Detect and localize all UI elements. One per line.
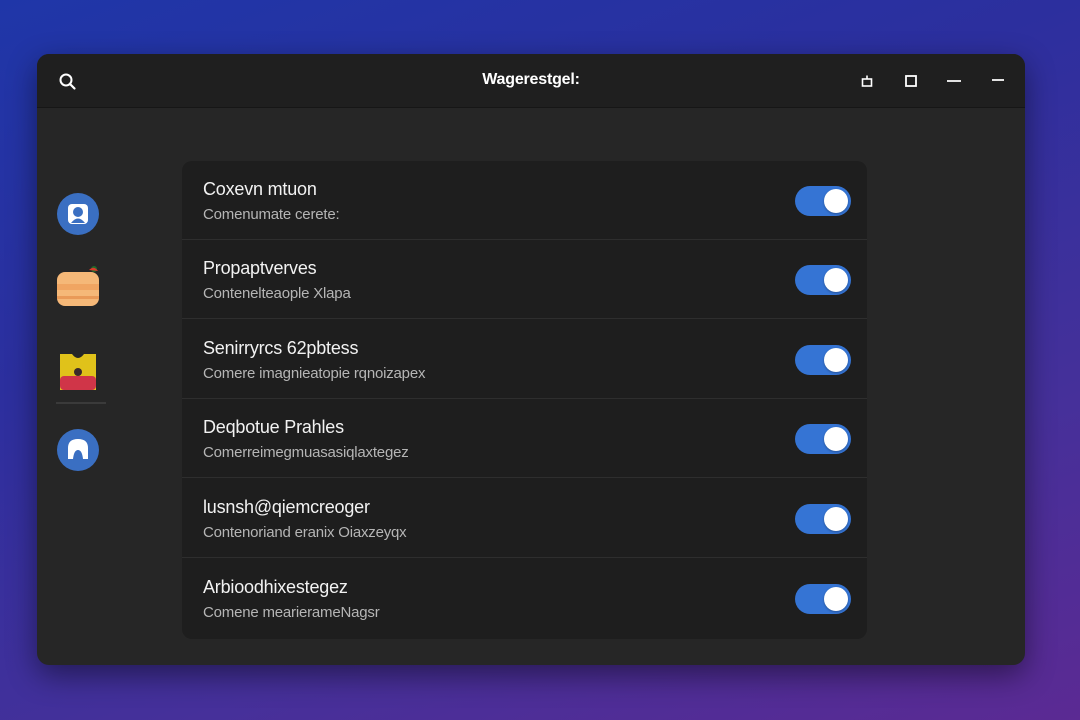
settings-window: Wagerestgel: Coxevn mtuon Comenumate cer… [37, 54, 1025, 665]
row-title: lusnsh@qiemcreoger [203, 497, 370, 517]
minimize-icon [947, 80, 961, 82]
minimize-icon [992, 79, 1004, 81]
sidebar [37, 108, 121, 665]
folder-icon [57, 266, 99, 306]
settings-list: Coxevn mtuon Comenumate cerete: Propaptv… [182, 161, 867, 639]
account-icon [57, 429, 99, 471]
toggle-switch[interactable] [795, 584, 851, 614]
settings-row: Coxevn mtuon Comenumate cerete: [182, 161, 867, 240]
row-title: Coxevn mtuon [203, 179, 317, 199]
settings-row: lusnsh@qiemcreoger Contenoriand eranix O… [182, 479, 867, 558]
row-title: Propaptverves [203, 258, 317, 278]
settings-row: Deqbotue Prahles Comerreimegmuasasiqlaxt… [182, 399, 867, 478]
row-subtitle: Contenoriand eranix Oiaxzeyqx [203, 524, 407, 541]
toggle-knob [824, 268, 848, 292]
maximize-button[interactable] [899, 69, 923, 93]
settings-row: Senirryrcs 62pbtess Comere imagnieatopie… [182, 320, 867, 399]
toggle-switch[interactable] [795, 186, 851, 216]
row-subtitle: Comerreimegmuasasiqlaxtegez [203, 444, 409, 461]
sidebar-item-flag[interactable] [56, 350, 100, 394]
row-title: Senirryrcs 62pbtess [203, 338, 359, 358]
toggle-knob [824, 587, 848, 611]
flag-icon [60, 354, 96, 390]
close-button[interactable] [986, 69, 1010, 93]
row-title: Deqbotue Prahles [203, 417, 344, 437]
row-subtitle: Comenumate cerete: [203, 206, 340, 223]
settings-row: Arbioodhixestegez Comene mearierameNagsr [182, 559, 867, 638]
row-title: Arbioodhixestegez [203, 577, 348, 597]
toggle-switch[interactable] [795, 345, 851, 375]
row-subtitle: Comene mearierameNagsr [203, 604, 380, 621]
lock-icon [861, 75, 873, 87]
maximize-icon [905, 75, 917, 87]
settings-row: Propaptverves Contenelteaople Xlapa [182, 240, 867, 319]
row-subtitle: Comere imagnieatopie rqnoizapex [203, 365, 426, 382]
user-icon [57, 193, 99, 235]
toggle-switch[interactable] [795, 265, 851, 295]
toggle-switch[interactable] [795, 504, 851, 534]
toggle-knob [824, 427, 848, 451]
sidebar-item-account[interactable] [56, 428, 100, 472]
sidebar-divider [56, 402, 106, 404]
sidebar-item-user[interactable] [56, 192, 100, 236]
toggle-knob [824, 189, 848, 213]
sidebar-item-folder[interactable] [56, 266, 100, 310]
title-bar: Wagerestgel: [37, 54, 1025, 108]
minimize-button[interactable] [942, 69, 966, 93]
toggle-knob [824, 348, 848, 372]
row-subtitle: Contenelteaople Xlapa [203, 285, 351, 302]
lock-button[interactable] [855, 69, 879, 93]
toggle-knob [824, 507, 848, 531]
toggle-switch[interactable] [795, 424, 851, 454]
